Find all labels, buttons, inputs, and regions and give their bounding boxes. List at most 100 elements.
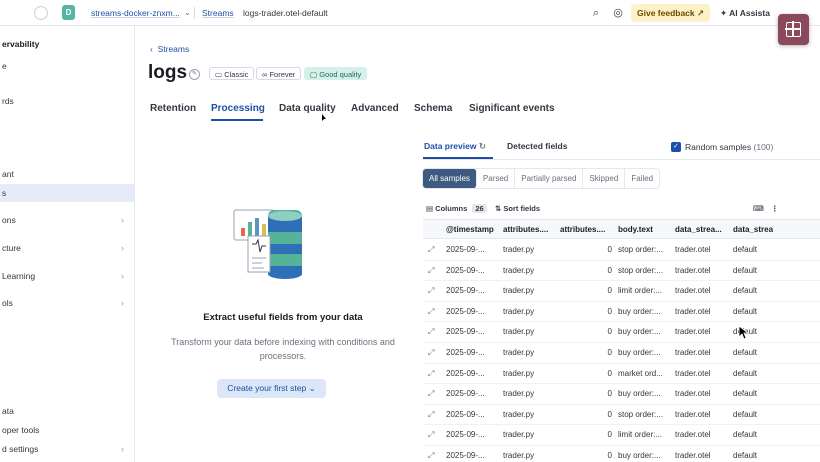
table-row[interactable]: ⤢ 2025-09-... trader.py 0 buy order:... trade… bbox=[423, 302, 820, 323]
table-row[interactable]: ⤢ 2025-09-... trader.py 0 stop order:... trad… bbox=[423, 405, 820, 426]
ai-assistant-button[interactable]: ✦ AI Assista bbox=[720, 4, 770, 22]
filter-failed[interactable]: Failed bbox=[625, 169, 659, 188]
nav-item[interactable]: ant bbox=[0, 165, 134, 183]
sort-fields-button[interactable]: ⇅ Sort fields bbox=[495, 204, 540, 213]
table-row[interactable]: ⤢ 2025-09-... trader.py 0 buy order:... trade… bbox=[423, 343, 820, 364]
expand-row-icon[interactable]: ⤢ bbox=[428, 369, 434, 379]
nav-item[interactable]: rds bbox=[0, 92, 134, 110]
preview-tabs-divider bbox=[423, 159, 820, 160]
breadcrumb-deployment[interactable]: streams-docker-znxm... bbox=[91, 8, 180, 18]
table-cell: limit order:... bbox=[618, 286, 663, 296]
display-settings-icon[interactable]: ⋮ bbox=[771, 204, 779, 213]
external-link-icon: ↗ bbox=[697, 8, 705, 18]
expand-row-icon[interactable]: ⤢ bbox=[428, 307, 434, 317]
expand-row-icon[interactable]: ⤢ bbox=[428, 451, 434, 461]
nav-item[interactable]: e bbox=[0, 57, 134, 75]
grid-toolbar: ▤ Columns 26 ⇅ Sort fields ⌨ ⋮ bbox=[423, 201, 820, 217]
nav-item[interactable]: ols › bbox=[0, 294, 134, 312]
expand-row-icon[interactable]: ⤢ bbox=[428, 410, 434, 420]
nav-item[interactable]: ata bbox=[0, 402, 134, 420]
tab-processing[interactable]: Processing bbox=[211, 103, 265, 114]
table-row[interactable]: ⤢ 2025-09-... trader.py 0 buy order:... trade… bbox=[423, 446, 820, 462]
tab-schema[interactable]: Schema bbox=[414, 103, 452, 114]
table-cell: trader.otel bbox=[675, 265, 711, 275]
columns-button[interactable]: ▤ Columns 26 bbox=[426, 204, 487, 213]
filter-all-samples[interactable]: All samples bbox=[423, 169, 477, 188]
space-avatar[interactable]: D bbox=[62, 5, 75, 20]
columns-label: Columns bbox=[435, 204, 468, 213]
top-header: D streams-docker-znxm... ⌄ Streams logs-… bbox=[0, 0, 820, 26]
table-cell: 2025-09-... bbox=[446, 451, 485, 460]
page-title: logs bbox=[148, 62, 188, 83]
nav-item-label: ons bbox=[2, 215, 16, 225]
elastic-logo-icon[interactable] bbox=[34, 6, 48, 20]
table-cell: 0 bbox=[607, 389, 612, 399]
table-cell: trader.otel bbox=[675, 245, 711, 254]
expand-row-icon[interactable]: ⤢ bbox=[428, 389, 434, 399]
column-header[interactable]: attributes.... bbox=[503, 225, 555, 234]
table-cell: default bbox=[733, 306, 758, 316]
give-feedback-button[interactable]: Give feedback ↗ bbox=[631, 4, 711, 22]
nav-item-streams[interactable]: s bbox=[0, 184, 134, 202]
tab-advanced[interactable]: Advanced bbox=[351, 103, 399, 114]
refresh-icon[interactable]: ↻ bbox=[479, 141, 486, 151]
badge-label: Classic bbox=[224, 70, 249, 79]
random-samples-checkbox[interactable]: ✓ bbox=[671, 142, 681, 152]
nav-item-label: ols bbox=[2, 298, 13, 308]
tab-data-quality[interactable]: Data quality bbox=[279, 103, 336, 114]
tab-significant-events[interactable]: Significant events bbox=[469, 103, 555, 114]
nav-item[interactable]: Learning › bbox=[0, 267, 134, 285]
tab-detected-fields[interactable]: Detected fields bbox=[507, 141, 567, 151]
table-cell: default bbox=[733, 409, 758, 419]
table-row[interactable]: ⤢ 2025-09-... trader.py 0 market ord... trade… bbox=[423, 364, 820, 385]
chevron-down-icon[interactable]: ⌄ bbox=[184, 8, 191, 17]
filter-partially-parsed[interactable]: Partially parsed bbox=[515, 169, 584, 188]
column-header[interactable]: body.text bbox=[618, 225, 670, 234]
empty-state-title: Extract useful fields from your data bbox=[203, 312, 363, 323]
table-cell: 2025-09-... bbox=[446, 286, 485, 296]
column-header[interactable]: @timestamp bbox=[446, 225, 498, 234]
expand-row-icon[interactable]: ⤢ bbox=[428, 245, 434, 255]
expand-row-icon[interactable]: ⤢ bbox=[428, 430, 434, 440]
table-cell: 0 bbox=[607, 368, 612, 378]
collapse-toggle-button[interactable] bbox=[778, 14, 809, 45]
table-cell: default bbox=[733, 368, 758, 378]
filter-skipped[interactable]: Skipped bbox=[583, 169, 626, 188]
column-header[interactable]: data_strea bbox=[733, 225, 783, 234]
column-header[interactable]: attributes.... bbox=[560, 225, 612, 234]
expand-row-icon[interactable]: ⤢ bbox=[428, 348, 434, 358]
edit-icon[interactable]: ✎ bbox=[189, 69, 200, 80]
expand-row-icon[interactable]: ⤢ bbox=[428, 286, 434, 296]
table-cell: trader.otel bbox=[675, 430, 711, 440]
expand-row-icon[interactable]: ⤢ bbox=[428, 327, 434, 337]
table-cell: market ord... bbox=[618, 368, 663, 378]
nav-item[interactable]: d settings › bbox=[0, 440, 134, 458]
table-cell: 2025-09-... bbox=[446, 430, 485, 440]
help-icon[interactable]: ◎ bbox=[611, 6, 625, 20]
search-icon[interactable]: ⌕ bbox=[589, 6, 603, 20]
table-row[interactable]: ⤢ 2025-09-... trader.py 0 buy order:... trade… bbox=[423, 322, 820, 343]
table-row[interactable]: ⤢ 2025-09-... trader.py 0 buy order:... trade… bbox=[423, 384, 820, 405]
table-row[interactable]: ⤢ 2025-09-... trader.py 0 stop order:... trad… bbox=[423, 240, 820, 261]
nav-item[interactable]: cture › bbox=[0, 239, 134, 257]
breadcrumb-streams[interactable]: Streams bbox=[202, 8, 234, 18]
tab-data-preview[interactable]: Data preview ↻ bbox=[424, 141, 486, 152]
back-link[interactable]: ‹ Streams bbox=[150, 44, 189, 54]
table-cell: default bbox=[733, 265, 758, 275]
expand-row-icon[interactable]: ⤢ bbox=[428, 266, 434, 276]
nav-item[interactable]: oper tools bbox=[0, 421, 134, 439]
table-cell: default bbox=[733, 348, 758, 357]
table-row[interactable]: ⤢ 2025-09-... trader.py 0 limit order:... tra… bbox=[423, 281, 820, 302]
column-header[interactable]: data_strea... bbox=[675, 225, 727, 234]
keyboard-shortcuts-icon[interactable]: ⌨ bbox=[753, 204, 764, 213]
badge-classic: ▭ Classic bbox=[209, 67, 255, 80]
nav-item[interactable]: ons › bbox=[0, 211, 134, 229]
check-icon: ▢ bbox=[310, 70, 318, 79]
tab-retention[interactable]: Retention bbox=[150, 103, 196, 114]
table-cell: 2025-09-... bbox=[446, 389, 485, 399]
filter-parsed[interactable]: Parsed bbox=[477, 169, 516, 188]
random-samples-text[interactable]: Random samples (100) bbox=[685, 142, 773, 152]
table-row[interactable]: ⤢ 2025-09-... trader.py 0 stop order:... trad… bbox=[423, 261, 820, 282]
create-first-step-button[interactable]: Create your first step ⌄ bbox=[217, 379, 326, 398]
table-row[interactable]: ⤢ 2025-09-... trader.py 0 limit order:... tra… bbox=[423, 425, 820, 446]
